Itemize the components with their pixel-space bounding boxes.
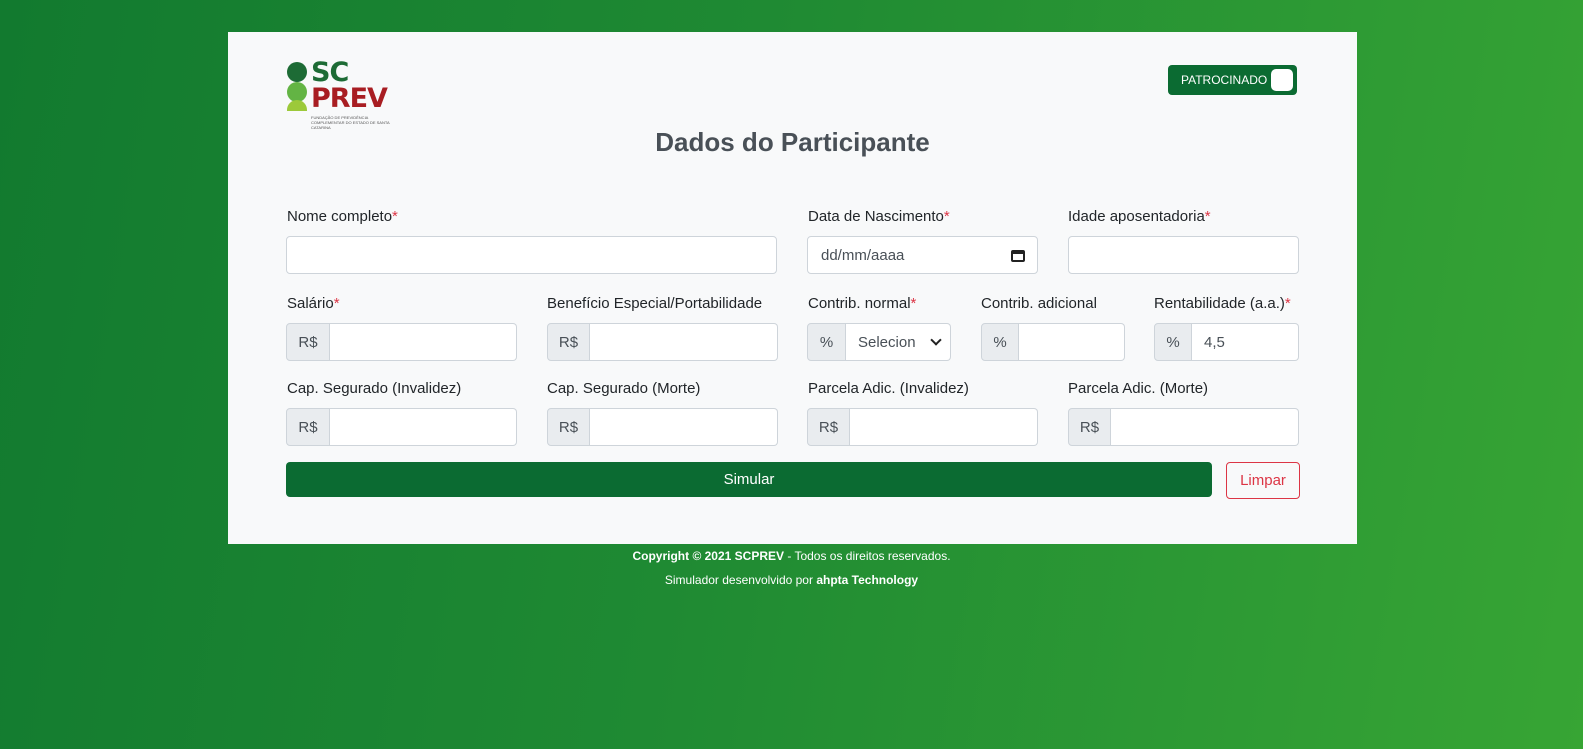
currency-addon: R$ [1068, 408, 1111, 446]
rentabilidade-input[interactable]: 4,5 [1192, 323, 1299, 361]
chevron-down-icon [930, 334, 942, 346]
nascimento-input[interactable]: dd/mm/aaaa [807, 236, 1038, 274]
simular-button[interactable]: Simular [286, 462, 1212, 497]
developer-link[interactable]: ahpta Technology [816, 573, 918, 587]
contrib-adicional-group: % [981, 323, 1125, 361]
parcela-invalidez-input[interactable] [850, 408, 1038, 446]
cap-invalidez-label: Cap. Segurado (Invalidez) [287, 380, 462, 397]
parcela-invalidez-group: R$ [807, 408, 1038, 446]
select-value: Selecion [858, 333, 916, 351]
salario-input[interactable] [330, 323, 517, 361]
rights-text: - Todos os direitos reservados. [784, 549, 951, 563]
parcela-morte-input[interactable] [1111, 408, 1299, 446]
cap-morte-label: Cap. Segurado (Morte) [547, 380, 701, 397]
parcela-morte-label: Parcela Adic. (Morte) [1068, 380, 1209, 397]
logo-text-prev: PREV [311, 83, 388, 114]
footer-developer: Simulador desenvolvido por ahpta Technol… [0, 573, 1583, 587]
percent-addon: % [1154, 323, 1192, 361]
cap-invalidez-input[interactable] [330, 408, 517, 446]
contrib-normal-label: Contrib. normal* [808, 295, 917, 312]
page-title: Dados do Participante [655, 127, 930, 157]
toggle-label: PATROCINADO [1181, 73, 1268, 87]
currency-addon: R$ [286, 408, 330, 446]
contrib-normal-select[interactable]: Selecion [846, 323, 951, 361]
nascimento-label: Data de Nascimento* [808, 208, 950, 225]
logo-figure-icon [287, 100, 307, 111]
beneficio-group: R$ [547, 323, 778, 361]
parcela-invalidez-label: Parcela Adic. (Invalidez) [808, 380, 969, 397]
calendar-icon[interactable] [1011, 248, 1025, 262]
form-card: SC PREV FUNDAÇÃO DE PREVIDÊNCIA COMPLEME… [228, 32, 1357, 544]
contrib-adicional-input[interactable] [1019, 323, 1125, 361]
rentabilidade-label: Rentabilidade (a.a.)* [1154, 295, 1291, 312]
date-placeholder: dd/mm/aaaa [821, 246, 905, 264]
contrib-normal-group: % Selecion [807, 323, 951, 361]
currency-addon: R$ [547, 323, 590, 361]
scprev-logo: SC PREV FUNDAÇÃO DE PREVIDÊNCIA COMPLEME… [287, 58, 407, 130]
currency-addon: R$ [547, 408, 590, 446]
logo-dot-icon [287, 62, 307, 82]
patrocinado-toggle[interactable]: PATROCINADO [1168, 65, 1297, 95]
toggle-knob[interactable] [1271, 69, 1293, 91]
beneficio-input[interactable] [590, 323, 778, 361]
contrib-adicional-label: Contrib. adicional [981, 295, 1097, 312]
percent-addon: % [981, 323, 1019, 361]
salario-group: R$ [286, 323, 517, 361]
nome-input[interactable] [286, 236, 777, 274]
salario-label: Salário* [287, 295, 340, 312]
idade-input[interactable] [1068, 236, 1299, 274]
footer-copyright: Copyright © 2021 SCPREV - Todos os direi… [0, 549, 1583, 563]
cap-morte-group: R$ [547, 408, 778, 446]
limpar-button[interactable]: Limpar [1226, 462, 1300, 499]
beneficio-label: Benefício Especial/Portabilidade [547, 295, 763, 312]
copyright-text: Copyright © 2021 SCPREV [632, 549, 784, 563]
nome-label: Nome completo* [287, 208, 398, 225]
parcela-morte-group: R$ [1068, 408, 1299, 446]
percent-addon: % [807, 323, 846, 361]
dev-prefix: Simulador desenvolvido por [664, 573, 817, 587]
cap-morte-input[interactable] [590, 408, 778, 446]
cap-invalidez-group: R$ [286, 408, 517, 446]
rentabilidade-group: % 4,5 [1154, 323, 1299, 361]
idade-label: Idade aposentadoria* [1068, 208, 1211, 225]
logo-dot-icon [287, 82, 307, 102]
currency-addon: R$ [807, 408, 850, 446]
currency-addon: R$ [286, 323, 330, 361]
